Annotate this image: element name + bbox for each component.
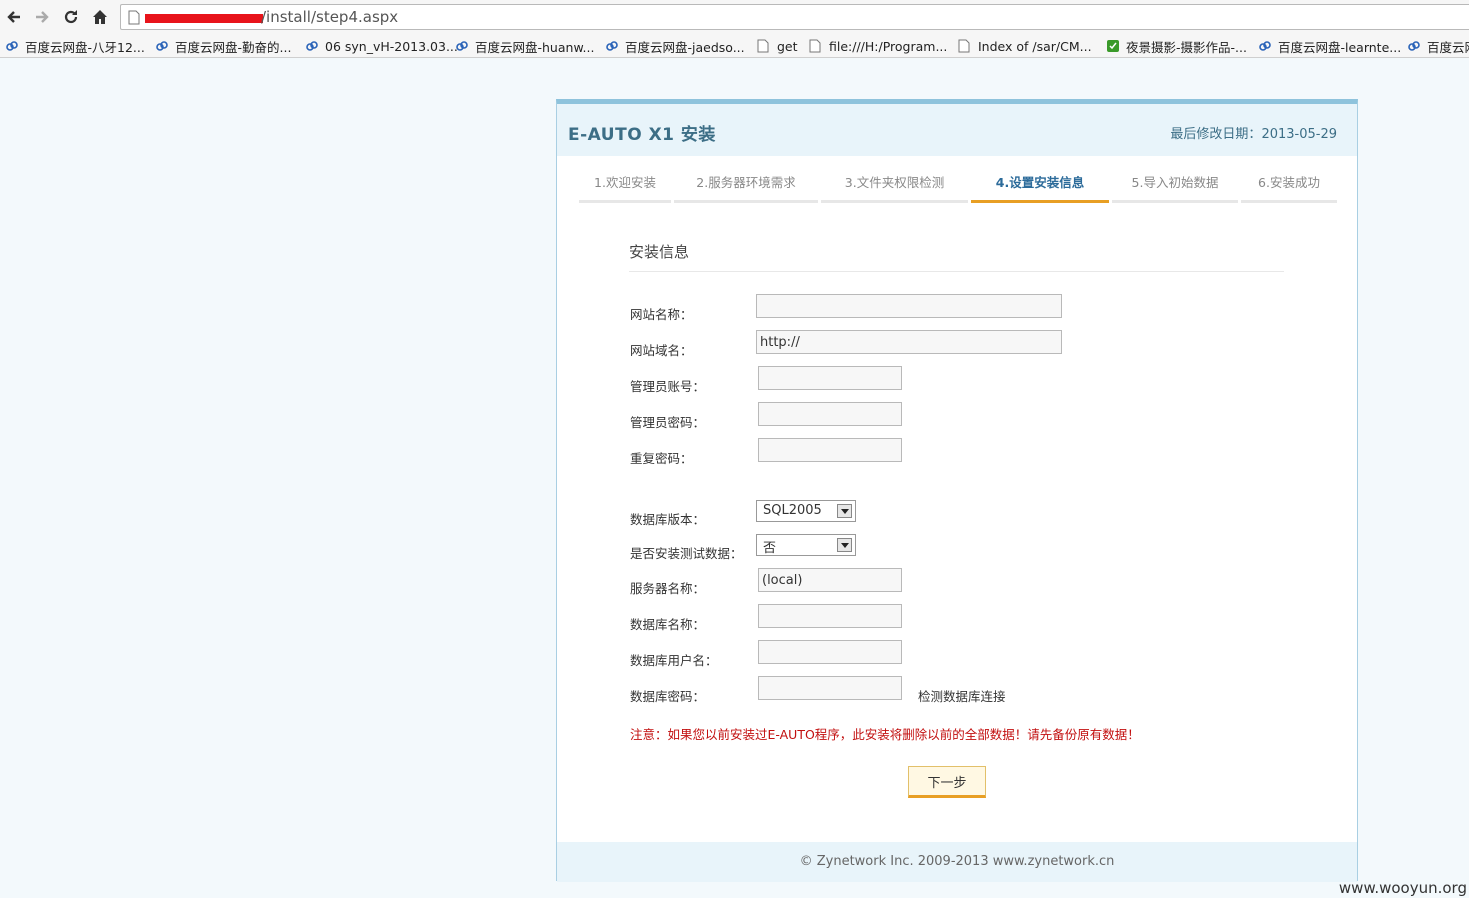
- bookmark-item[interactable]: 百度云网盘-huanw...: [455, 37, 594, 55]
- cloud-icon: [305, 39, 319, 53]
- last-modified: 最后修改日期：2013-05-29: [1170, 123, 1337, 142]
- photo-icon: [1106, 39, 1120, 53]
- last-modified-value: 2013-05-29: [1261, 127, 1337, 142]
- page-icon: [958, 39, 972, 53]
- browser-toolbar: /install/step4.aspx: [0, 0, 1469, 33]
- bookmark-label: 夜景摄影-摄影作品-...: [1126, 39, 1247, 55]
- cloud-icon: [155, 39, 169, 53]
- cloud-icon: [5, 39, 19, 53]
- last-modified-label: 最后修改日期：: [1170, 127, 1262, 142]
- bookmark-label: 百度云网: [1427, 39, 1469, 55]
- step-tabs: 1.欢迎安装 2.服务器环境需求 3.文件夹权限检测 4.设置安装信息 5.导入…: [579, 172, 1337, 203]
- test-data-value: 否: [763, 541, 777, 556]
- site-domain-input[interactable]: [756, 330, 1062, 354]
- step-install-settings[interactable]: 4.设置安装信息: [971, 172, 1109, 203]
- reload-icon: [64, 10, 78, 24]
- test-data-select[interactable]: 否: [756, 534, 856, 556]
- bookmark-item[interactable]: 夜景摄影-摄影作品-...: [1106, 37, 1247, 55]
- admin-password-label: 管理员密码：: [630, 415, 706, 430]
- back-button[interactable]: [3, 6, 25, 28]
- forward-arrow-icon: [36, 11, 49, 23]
- dropdown-arrow-icon[interactable]: [837, 538, 852, 552]
- bookmark-item[interactable]: file:///H:/Program...: [809, 37, 947, 55]
- db-version-value: SQL2005: [763, 503, 822, 518]
- repeat-password-label: 重复密码：: [630, 451, 693, 466]
- cloud-icon: [1258, 39, 1272, 53]
- step-install-success[interactable]: 6.安装成功: [1241, 172, 1337, 203]
- bookmark-label: file:///H:/Program...: [829, 38, 948, 54]
- db-name-input[interactable]: [758, 604, 902, 628]
- admin-account-input[interactable]: [758, 366, 902, 390]
- step-folder-permissions[interactable]: 3.文件夹权限检测: [821, 172, 968, 203]
- db-password-label: 数据库密码：: [630, 689, 706, 704]
- db-user-label: 数据库用户名：: [630, 653, 718, 668]
- step-import-data[interactable]: 5.导入初始数据: [1112, 172, 1238, 203]
- bookmark-label: 百度云网盘-勤奋的...: [175, 39, 292, 55]
- warning-notice: 注意：如果您以前安装过E-AUTO程序，此安装将删除以前的全部数据！请先备份原有…: [630, 727, 1140, 742]
- address-bar[interactable]: /install/step4.aspx: [120, 4, 1469, 30]
- repeat-password-input[interactable]: [758, 438, 902, 462]
- bookmark-label: 百度云网盘-jaedso...: [625, 39, 745, 55]
- db-name-label: 数据库名称：: [630, 617, 706, 632]
- site-domain-label: 网站域名：: [630, 343, 693, 358]
- forward-button[interactable]: [31, 6, 53, 28]
- watermark: www.wooyun.org: [1338, 879, 1467, 897]
- reload-button[interactable]: [60, 6, 82, 28]
- test-data-label: 是否安装测试数据：: [630, 546, 743, 561]
- bookmark-label: get: [777, 38, 798, 54]
- site-name-label: 网站名称：: [630, 307, 693, 322]
- dropdown-arrow-icon[interactable]: [837, 504, 852, 518]
- bookmark-item[interactable]: 百度云网盘-learnte...: [1258, 37, 1401, 55]
- installer-panel: E-AUTO X1 安装 最后修改日期：2013-05-29 1.欢迎安装 2.…: [556, 99, 1358, 882]
- bookmark-label: 06 syn_vH-2013.03...: [325, 38, 458, 54]
- site-name-input[interactable]: [756, 294, 1062, 318]
- page-icon: [809, 39, 823, 53]
- admin-password-input[interactable]: [758, 402, 902, 426]
- bookmark-item[interactable]: 百度云网盘-八牙12...: [5, 37, 145, 55]
- section-divider: [629, 271, 1284, 272]
- bookmark-item[interactable]: 百度云网盘-勤奋的...: [155, 37, 291, 55]
- server-name-input[interactable]: [758, 568, 902, 592]
- admin-account-label: 管理员账号：: [630, 379, 706, 394]
- bookmark-label: 百度云网盘-八牙12...: [25, 39, 145, 55]
- redaction-mark: [145, 14, 263, 23]
- next-step-button[interactable]: 下一步: [908, 766, 986, 798]
- cloud-icon: [1407, 39, 1421, 53]
- check-db-connection-link[interactable]: 检测数据库连接: [918, 686, 1006, 705]
- home-button[interactable]: [89, 6, 111, 28]
- bookmarks-bar: 百度云网盘-八牙12... 百度云网盘-勤奋的... 06 syn_vH-2013.…: [0, 33, 1469, 58]
- cloud-icon: [605, 39, 619, 53]
- bookmark-item[interactable]: 百度云网盘-jaedso...: [605, 37, 745, 55]
- cloud-icon: [455, 39, 469, 53]
- bookmark-item[interactable]: Index of /sar/CM...: [958, 37, 1092, 55]
- home-icon: [93, 10, 107, 24]
- bookmark-label: 百度云网盘-huanw...: [475, 39, 595, 55]
- db-password-input[interactable]: [758, 676, 902, 700]
- step-server-requirements[interactable]: 2.服务器环境需求: [674, 172, 818, 203]
- page-icon: [128, 10, 140, 25]
- db-user-input[interactable]: [758, 640, 902, 664]
- bookmark-item[interactable]: get: [757, 37, 798, 55]
- bookmark-label: Index of /sar/CM...: [978, 38, 1092, 54]
- step-welcome[interactable]: 1.欢迎安装: [579, 172, 671, 203]
- page-icon: [757, 39, 771, 53]
- bookmark-label: 百度云网盘-learnte...: [1278, 39, 1402, 55]
- panel-footer: © Zynetwork Inc. 2009-2013 www.zynetwork…: [557, 842, 1357, 882]
- page-title: E-AUTO X1 安装: [568, 125, 716, 145]
- url-text: /install/step4.aspx: [261, 8, 399, 26]
- db-version-label: 数据库版本：: [630, 512, 706, 527]
- db-version-select[interactable]: SQL2005: [756, 500, 856, 522]
- bookmark-item[interactable]: 06 syn_vH-2013.03...: [305, 37, 458, 55]
- back-arrow-icon: [7, 11, 20, 23]
- panel-header: E-AUTO X1 安装 最后修改日期：2013-05-29: [557, 104, 1357, 156]
- section-title: 安装信息: [629, 243, 690, 261]
- server-name-label: 服务器名称：: [630, 581, 706, 596]
- bookmark-item[interactable]: 百度云网: [1407, 37, 1469, 55]
